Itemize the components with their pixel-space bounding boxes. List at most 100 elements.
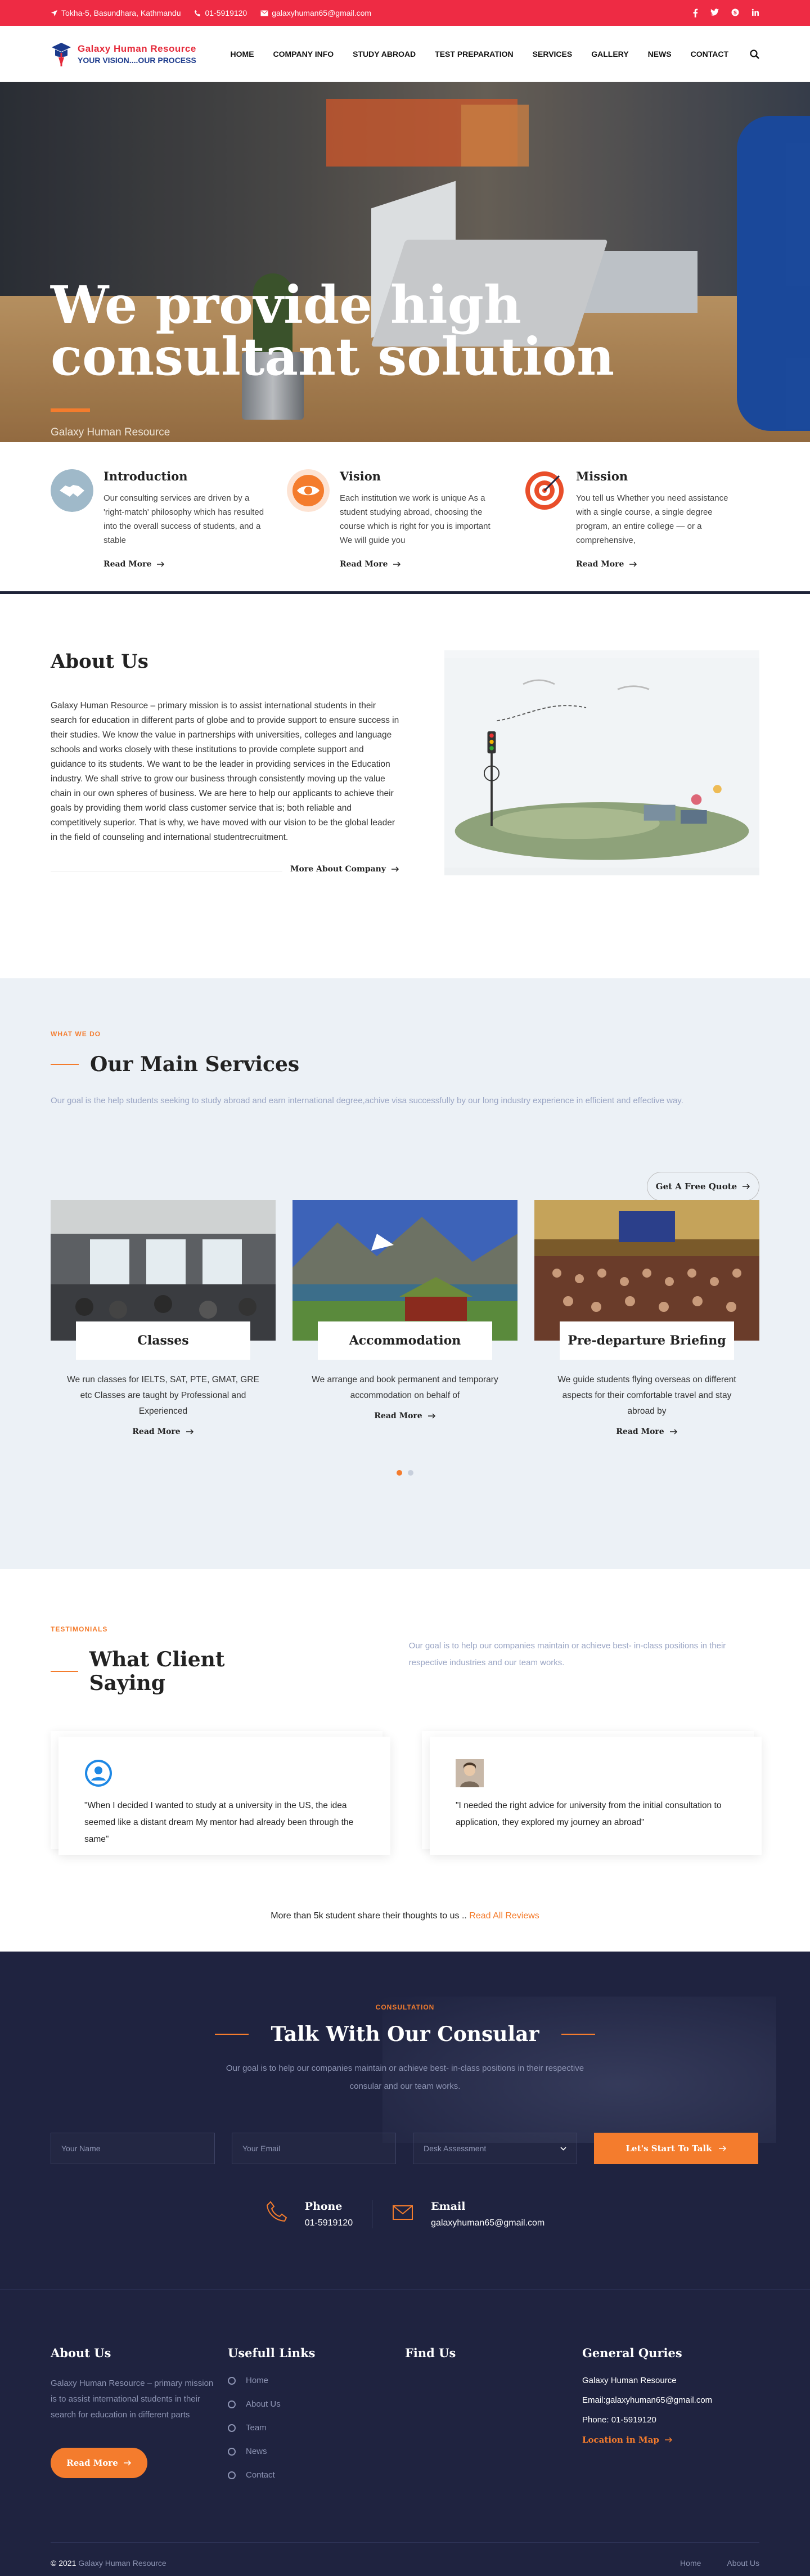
assessment-select[interactable]: Desk Assessment [413,2133,577,2164]
circle-bullet-icon [228,2376,236,2385]
contact-phone[interactable]: Phone 01-5919120 [246,2200,372,2228]
card-text: We arrange and book permanent and tempor… [312,1375,498,1400]
logo[interactable]: Galaxy Human Resource YOUR VISION....OUR… [51,41,196,68]
site-header: Galaxy Human Resource YOUR VISION....OUR… [0,26,810,82]
phone[interactable]: 01-5919120 [194,8,247,17]
arrow-right-icon [718,2146,726,2151]
carousel-dot-active[interactable] [397,1470,402,1476]
about-illustration [444,650,759,875]
about-text: Galaxy Human Resource – primary mission … [51,701,399,842]
footer-read-more-button[interactable]: Read More [51,2448,147,2478]
footer-gq-title: General Quries [582,2346,682,2360]
read-more-label: Read More [576,560,624,569]
nav-contact[interactable]: CONTACT [691,50,728,59]
skype-icon[interactable]: S [731,8,739,16]
footer-bottom-about[interactable]: About Us [727,2559,759,2568]
footer-gq-phone[interactable]: Phone: 01-5919120 [582,2415,759,2425]
footer-link-label: About Us [246,2399,281,2409]
services-heading: Our Main Services [51,1053,759,1076]
nav-study-abroad[interactable]: STUDY ABROAD [353,50,416,59]
footer-link-about[interactable]: About Us [228,2399,405,2409]
heading-dash [51,1671,78,1672]
brand-tagline: YOUR VISION....OUR PROCESS [78,56,196,65]
search-icon[interactable] [750,49,759,59]
facebook-icon[interactable] [692,8,698,17]
read-more-link[interactable]: Read More [534,1427,759,1436]
card-text: We guide students flying overseas on dif… [557,1375,736,1416]
read-more-label: Read More [132,1427,181,1436]
read-more-link[interactable]: Read More [292,1411,518,1420]
graduation-cap-logo-icon [52,43,71,66]
start-talk-button[interactable]: Let's Start To Talk [594,2133,758,2164]
heading-dash [561,2034,596,2035]
envelope-icon [393,2205,413,2220]
read-more-link[interactable]: Read More [51,1427,276,1436]
email-placeholder: Your Email [242,2144,281,2153]
feature-title: Mission [576,469,628,483]
footer-gq-email[interactable]: Email:galaxyhuman65@gmail.com [582,2395,759,2405]
read-more-label: Read More [374,1411,422,1420]
testimonial-text: "I needed the right advice for universit… [456,1801,722,1827]
eye-icon [287,469,330,512]
arrow-right-icon [428,1413,435,1419]
footer-link-contact[interactable]: Contact [228,2470,405,2480]
email-label: Email [431,2200,466,2213]
service-card-accommodation: Accommodation We arrange and book perman… [292,1200,518,1436]
twitter-icon[interactable] [710,8,719,16]
email[interactable]: galaxyhuman65@gmail.com [260,8,371,17]
nav-company-info[interactable]: COMPANY INFO [273,50,334,59]
nav-services[interactable]: SERVICES [533,50,573,59]
consultation-section: CONSULTATION Talk With Our Consular Our … [0,1952,810,2289]
email-input[interactable]: Your Email [232,2133,396,2164]
carousel-dot[interactable] [408,1470,413,1476]
linkedin-icon[interactable] [752,8,759,16]
nav-test-preparation[interactable]: TEST PREPARATION [435,50,514,59]
copyright: © 2021 Galaxy Human Resource [51,2559,166,2568]
contact-email[interactable]: Email galaxyhuman65@gmail.com [372,2200,564,2228]
read-more-link[interactable]: Read More [104,560,267,569]
services-description: Our goal is the help students seeking to… [51,1096,683,1105]
footer-link-label: Home [246,2376,269,2385]
feature-introduction: Introduction Our consulting services are… [51,469,287,569]
arrow-right-icon [742,1184,750,1189]
nav-news[interactable]: NEWS [648,50,672,59]
heading-dash [214,2034,249,2035]
user-photo-avatar [456,1759,484,1787]
get-free-quote-button[interactable]: Get A Free Quote [647,1172,759,1201]
services-kicker: WHAT WE DO [51,1030,101,1038]
map-label: Location in Map [582,2435,659,2445]
classroom-image [51,1200,276,1341]
location-map-link[interactable]: Location in Map [582,2435,759,2445]
footer-link-label: News [246,2447,267,2456]
nav-gallery[interactable]: GALLERY [591,50,628,59]
read-more-link[interactable]: Read More [576,560,739,569]
footer-link-home[interactable]: Home [228,2376,405,2385]
footer-bottom-home[interactable]: Home [680,2559,701,2568]
feature-text: Each institution we work is unique As a … [340,493,490,545]
more-about-company-link[interactable]: More About Company [282,865,399,874]
phone-icon [195,10,201,16]
nav-home[interactable]: HOME [231,50,254,59]
read-more-link[interactable]: Read More [340,560,503,569]
footer-link-team[interactable]: Team [228,2423,405,2433]
read-more-label: Read More [104,560,152,569]
name-input[interactable]: Your Name [51,2133,215,2164]
footer-general-queries: General Quries Galaxy Human Resource Ema… [582,2346,759,2494]
testimonial-text: "When I decided I wanted to study at a u… [84,1801,354,1844]
site-footer: About Us Galaxy Human Resource – primary… [0,2289,810,2576]
phone-label: Phone [304,2200,343,2213]
read-all-reviews-link[interactable]: Read All Reviews [469,1911,539,1921]
conference-hall-image [534,1200,759,1341]
about-section: About Us Galaxy Human Resource – primary… [0,594,810,978]
service-cards: Classes We run classes for IELTS, SAT, P… [51,1200,759,1436]
envelope-icon [260,10,268,16]
hero-subtitle: Galaxy Human Resource [51,426,170,438]
footer-link-news[interactable]: News [228,2447,405,2456]
contact-info: Phone 01-5919120 Email galaxyhuman65@gma… [51,2200,759,2228]
testimonial-card: "When I decided I wanted to study at a u… [51,1731,390,1855]
cta-label: Let's Start To Talk [626,2143,712,2154]
svg-text:S: S [734,11,737,16]
footer-gq-name: Galaxy Human Resource [582,2376,677,2385]
footer-find-title: Find Us [405,2346,456,2360]
card-title: Classes [76,1321,250,1360]
